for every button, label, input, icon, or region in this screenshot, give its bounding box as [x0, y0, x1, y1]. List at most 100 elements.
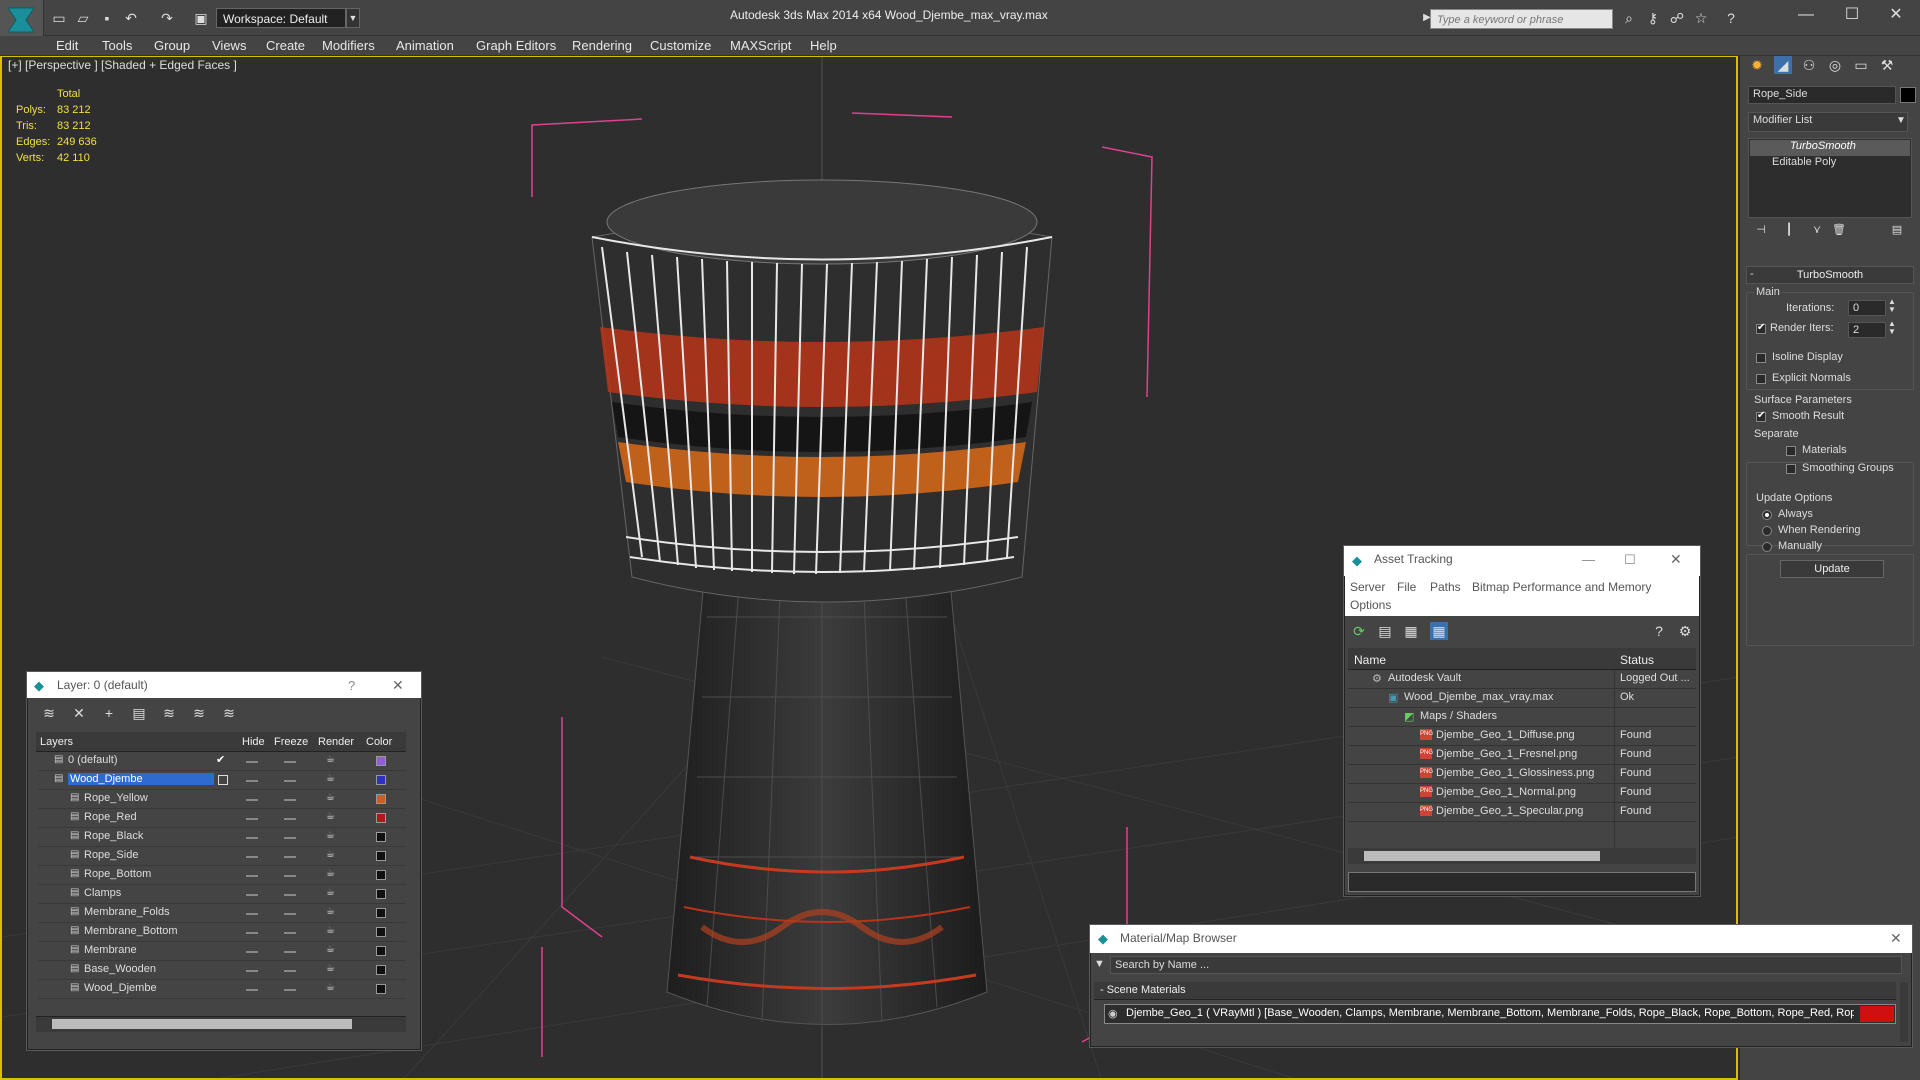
binoculars-icon[interactable]: ⌕: [1620, 9, 1638, 27]
minimize-icon[interactable]: —: [1786, 4, 1826, 26]
layer-freeze-toggle[interactable]: [284, 932, 296, 934]
update-always-radio[interactable]: [1762, 510, 1772, 520]
layer-color-swatch[interactable]: [376, 908, 386, 918]
pin-stack-icon[interactable]: ⊣: [1752, 221, 1770, 239]
iterations-spinner[interactable]: 0: [1848, 300, 1886, 316]
asset-row[interactable]: PNG Djembe_Geo_1_Glossiness.png Found: [1348, 765, 1696, 784]
update-manually-radio[interactable]: [1762, 542, 1772, 552]
menu-graph-editors[interactable]: Graph Editors: [476, 38, 556, 53]
star-icon[interactable]: ☆: [1692, 9, 1710, 27]
help-icon[interactable]: ?: [348, 678, 355, 693]
asset-row[interactable]: PNG Djembe_Geo_1_Normal.png Found: [1348, 784, 1696, 803]
spinner-arrows-icon[interactable]: ▲ ▼: [1888, 298, 1896, 314]
layer-freeze-toggle[interactable]: [284, 951, 296, 953]
asset-row[interactable]: ⚙ Autodesk Vault Logged Out ...: [1348, 670, 1696, 689]
layer-row[interactable]: ▤ Clamps ☕: [38, 885, 406, 904]
menu-help[interactable]: Help: [810, 38, 837, 53]
asset-row[interactable]: PNG Djembe_Geo_1_Specular.png Found: [1348, 803, 1696, 822]
menu-views[interactable]: Views: [212, 38, 246, 53]
layer-color-swatch[interactable]: [376, 965, 386, 975]
layer-freeze-toggle[interactable]: [284, 894, 296, 896]
object-name-field[interactable]: Rope_Side: [1748, 86, 1896, 104]
teapot-render-icon[interactable]: ☕: [326, 906, 335, 917]
scrollbar-thumb[interactable]: [1364, 851, 1600, 861]
layer-freeze-toggle[interactable]: [284, 761, 296, 763]
turbosmooth-rollout-header[interactable]: TurboSmooth: [1746, 266, 1914, 284]
new-file-icon[interactable]: ▭: [50, 9, 68, 27]
layer-hide-toggle[interactable]: [246, 894, 258, 896]
layer-row[interactable]: ▤ Wood_Djembe ☕: [38, 980, 406, 999]
chevron-down-icon[interactable]: ▼: [346, 8, 360, 28]
material-vertical-scrollbar[interactable]: [1900, 982, 1908, 1042]
asset-row[interactable]: ▣ Wood_Djembe_max_vray.max Ok: [1348, 689, 1696, 708]
close-icon[interactable]: ✕: [1876, 4, 1916, 26]
teapot-render-icon[interactable]: ☕: [326, 849, 335, 860]
teapot-render-icon[interactable]: ☕: [326, 773, 335, 784]
layer-freeze-toggle[interactable]: [284, 799, 296, 801]
menu-create[interactable]: Create: [266, 38, 305, 53]
menu-animation[interactable]: Animation: [396, 38, 454, 53]
layer-color-swatch[interactable]: [376, 794, 386, 804]
layer-panel-title[interactable]: Layer: 0 (default): [27, 672, 421, 698]
show-end-result-icon[interactable]: ┃: [1780, 221, 1798, 239]
teapot-render-icon[interactable]: ☕: [326, 811, 335, 822]
layer-freeze-toggle[interactable]: [284, 989, 296, 991]
close-icon[interactable]: ✕: [1890, 930, 1902, 947]
redo-icon[interactable]: ↷: [158, 9, 176, 27]
help-icon[interactable]: ?: [1722, 9, 1740, 27]
layer-freeze-toggle[interactable]: [284, 818, 296, 820]
motion-tab-icon[interactable]: ◎: [1826, 56, 1844, 74]
menu-customize[interactable]: Customize: [650, 38, 711, 53]
display-tab-icon[interactable]: ▭: [1852, 56, 1870, 74]
layer-freeze-toggle[interactable]: [284, 913, 296, 915]
asset-row[interactable]: ◩ Maps / Shaders: [1348, 708, 1696, 727]
modifier-list-dropdown[interactable]: Modifier List: [1748, 112, 1908, 132]
layer-row[interactable]: ▤ 0 (default) ☕ ✔: [38, 752, 406, 771]
menu-rendering[interactable]: Rendering: [572, 38, 632, 53]
column-color[interactable]: Color: [366, 736, 392, 748]
viewport-label[interactable]: [+] [Perspective ] [Shaded + Edged Faces…: [8, 58, 237, 72]
menu-group[interactable]: Group: [154, 38, 190, 53]
material-browser-title[interactable]: Material/Map Browser: [1090, 925, 1912, 953]
key-icon[interactable]: ⚷: [1644, 9, 1662, 27]
separate-materials-checkbox[interactable]: [1786, 446, 1796, 456]
column-layers[interactable]: Layers: [40, 736, 73, 748]
column-name[interactable]: Name: [1354, 653, 1386, 667]
layer-color-swatch[interactable]: [376, 756, 386, 766]
make-unique-icon[interactable]: ⋎: [1808, 221, 1826, 239]
menu-tools[interactable]: Tools: [102, 38, 132, 53]
layer-row[interactable]: ▤ Membrane ☕: [38, 942, 406, 961]
layer-hide-toggle[interactable]: [246, 970, 258, 972]
delete-layer-icon[interactable]: ✕: [70, 704, 88, 722]
layer-color-swatch[interactable]: [376, 984, 386, 994]
maximize-icon[interactable]: ☐: [1624, 552, 1636, 568]
layer-color-swatch[interactable]: [376, 889, 386, 899]
highlight-layer-icon[interactable]: ≋: [160, 704, 178, 722]
users-icon[interactable]: ☍: [1668, 9, 1686, 27]
create-tab-icon[interactable]: ✹: [1748, 56, 1766, 74]
layer-color-swatch[interactable]: [376, 870, 386, 880]
render-iters-checkbox[interactable]: [1756, 322, 1766, 334]
menu-modifiers[interactable]: Modifiers: [322, 38, 375, 53]
collapse-rollout-icon[interactable]: -: [1750, 268, 1754, 280]
menu-paths[interactable]: Paths: [1430, 580, 1461, 594]
stack-item-editable-poly[interactable]: Editable Poly: [1750, 156, 1910, 172]
layer-hide-toggle[interactable]: [246, 818, 258, 820]
layer-color-swatch[interactable]: [376, 927, 386, 937]
refresh-icon[interactable]: ⟳: [1350, 622, 1368, 640]
modify-tab-icon[interactable]: ◢: [1774, 56, 1792, 74]
layer-hide-toggle[interactable]: [246, 837, 258, 839]
teapot-render-icon[interactable]: ☕: [326, 830, 335, 841]
material-search-input[interactable]: Search by Name ...: [1110, 956, 1902, 974]
layer-freeze-toggle[interactable]: [284, 875, 296, 877]
menu-bitmap-performance[interactable]: Bitmap Performance and Memory: [1472, 580, 1651, 594]
teapot-render-icon[interactable]: ☕: [326, 925, 335, 936]
scrollbar-thumb[interactable]: [52, 1019, 352, 1029]
layer-freeze-toggle[interactable]: [284, 837, 296, 839]
layer-hide-toggle[interactable]: [246, 799, 258, 801]
layer-row[interactable]: ▤ Rope_Yellow ☕: [38, 790, 406, 809]
layer-row[interactable]: ▤ Membrane_Bottom ☕: [38, 923, 406, 942]
layer-row[interactable]: ▤ Rope_Side ☕: [38, 847, 406, 866]
list-view-icon[interactable]: ▤: [1376, 622, 1394, 640]
layer-color-swatch[interactable]: [376, 946, 386, 956]
